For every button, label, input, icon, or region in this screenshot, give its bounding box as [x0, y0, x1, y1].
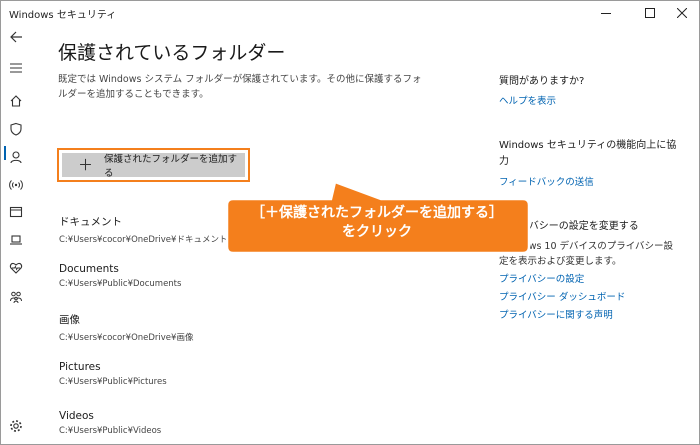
- family-icon: [10, 291, 22, 304]
- page-title: 保護されているフォルダー: [58, 42, 286, 64]
- instruction-callout: ［＋保護されたフォルダーを追加する］ をクリック: [223, 204, 531, 242]
- minimize-icon: [601, 13, 611, 14]
- help-heading: 質問がありますか?: [499, 76, 585, 87]
- add-protected-folder-button[interactable]: ＋ 保護されたフォルダーを追加する: [62, 153, 245, 179]
- nav-firewall[interactable]: [6, 175, 26, 195]
- window-title: Windows セキュリティ: [9, 10, 117, 21]
- privacy-dashboard-link[interactable]: プライバシー ダッシュボード: [499, 289, 679, 307]
- feedback-link[interactable]: フィードバックの送信: [499, 174, 679, 192]
- add-button-highlight: ＋ 保護されたフォルダーを追加する: [57, 148, 250, 182]
- app-window: Windows セキュリティ 保護されているフォルダー 既定では Windows…: [0, 0, 700, 445]
- close-icon: [677, 8, 687, 18]
- privacy-statement-link[interactable]: プライバシーに関する声明: [499, 307, 679, 325]
- help-link[interactable]: ヘルプを表示: [499, 93, 679, 111]
- privacy-text: Windows 10 デバイスのプライバシー設定を表示および変更します。: [499, 241, 674, 267]
- folder-name: Pictures: [59, 361, 101, 373]
- folder-path: C:¥Users¥cocor¥OneDrive¥画像: [59, 333, 194, 343]
- nav-app-browser[interactable]: [6, 202, 26, 222]
- callout-line-1: ［＋保護されたフォルダーを追加する］: [251, 205, 503, 221]
- folder-path: C:¥Users¥Public¥Pictures: [59, 377, 167, 387]
- nav-virus-protection[interactable]: [6, 119, 26, 139]
- folder-item[interactable]: Videos C:¥Users¥Public¥Videos: [59, 410, 359, 444]
- close-button[interactable]: [663, 1, 699, 25]
- title-bar: Windows セキュリティ: [1, 1, 699, 25]
- app-browser-icon: [9, 206, 23, 218]
- callout-line-2: をクリック: [342, 224, 412, 240]
- back-button[interactable]: [6, 27, 26, 47]
- plus-icon: ＋: [78, 156, 94, 174]
- back-arrow-icon: [10, 31, 22, 43]
- folder-path: C:¥Users¥Public¥Videos: [59, 426, 162, 436]
- heart-icon: [9, 262, 23, 274]
- nav-device-security[interactable]: [6, 230, 26, 250]
- privacy-settings-link[interactable]: プライバシーの設定: [499, 271, 679, 289]
- shield-icon: [10, 122, 22, 136]
- person-icon: [10, 151, 22, 164]
- add-protected-folder-label: 保護されたフォルダーを追加する: [104, 154, 238, 179]
- settings-button[interactable]: [6, 416, 26, 436]
- wireless-icon: [9, 180, 23, 190]
- minimize-button[interactable]: [587, 1, 625, 25]
- feedback-section: Windows セキュリティの機能向上に協力 フィードバックの送信: [499, 138, 679, 192]
- folder-item[interactable]: Documents C:¥Users¥Public¥Documents: [59, 263, 359, 297]
- page-description: 既定では Windows システム フォルダーが保護されています。その他に保護す…: [58, 74, 422, 100]
- maximize-icon: [645, 8, 655, 18]
- feedback-heading: Windows セキュリティの機能向上に協力: [499, 140, 677, 167]
- folder-name: 画像: [59, 314, 80, 326]
- folder-name: Documents: [59, 263, 119, 275]
- folder-item[interactable]: 画像 C:¥Users¥cocor¥OneDrive¥画像: [59, 312, 359, 346]
- help-section: 質問がありますか? ヘルプを表示: [499, 74, 679, 111]
- folder-path: C:¥Users¥Public¥Documents: [59, 279, 182, 289]
- nav-account-protection[interactable]: [6, 147, 26, 167]
- nav-family-options[interactable]: [6, 287, 26, 307]
- navigation-rail: [1, 25, 31, 444]
- nav-home[interactable]: [6, 91, 26, 111]
- folder-name: Videos: [59, 410, 94, 422]
- folder-item[interactable]: Pictures C:¥Users¥Public¥Pictures: [59, 361, 359, 395]
- home-icon: [10, 95, 22, 107]
- nav-device-health[interactable]: [6, 258, 26, 278]
- gear-icon: [10, 420, 22, 432]
- hamburger-menu-icon: [10, 63, 22, 73]
- menu-button[interactable]: [6, 58, 26, 78]
- laptop-icon: [10, 235, 22, 245]
